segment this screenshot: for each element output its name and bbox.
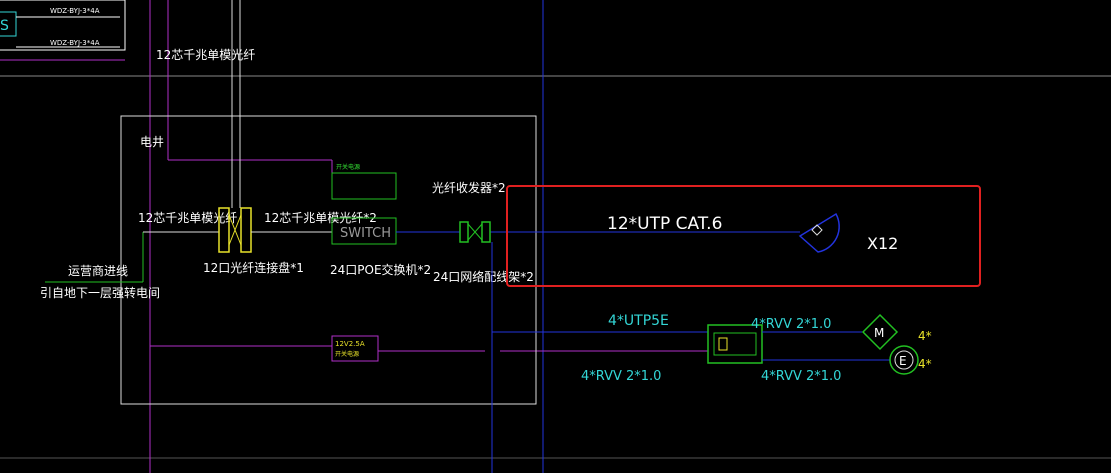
fiber-transceiver-label: 光纤收发器*2 <box>432 180 506 195</box>
circuit-label-1: WDZ-BYJ-3*4A <box>50 7 100 15</box>
upper-power-box <box>331 172 397 200</box>
e-symbol-label: E <box>899 354 907 368</box>
psu-type-label: 开关电源 <box>335 350 359 358</box>
fiber-in-label: 12芯千兆单模光纤 <box>138 211 237 225</box>
carrier-route-label: 引自地下一层强转电间 <box>40 285 160 300</box>
rvv-label-right: 4*RVV 2*1.0 <box>761 369 841 384</box>
rvv-label-top: 4*RVV 2*1.0 <box>751 317 831 332</box>
motor-symbol-label: M <box>874 326 884 340</box>
e-qty-label: 4* <box>918 357 932 371</box>
circuit-label-2: WDZ-BYJ-3*4A <box>50 39 100 47</box>
network-patch-symbol <box>459 221 491 243</box>
shaft-label: 电井 <box>140 135 164 149</box>
cable-spec-label: 12*UTP CAT.6 <box>607 214 722 234</box>
shaft-frame <box>120 115 537 405</box>
highlight-frame <box>506 185 981 287</box>
upper-power-box-label: 开关电源 <box>336 163 360 171</box>
cad-drawing: S WDZ-BYJ-3*4A WDZ-BYJ-3*4A 电井 12芯千兆单模光纤… <box>0 0 1111 473</box>
utp5e-label: 4*UTP5E <box>608 313 669 329</box>
switch-label: SWITCH <box>340 226 391 241</box>
rvv-label-left: 4*RVV 2*1.0 <box>581 369 661 384</box>
network-patch-label: 24口网络配线架*2 <box>433 269 534 284</box>
patch-panel-label: 12口光纤连接盘*1 <box>203 260 304 275</box>
camera-icon <box>798 212 840 253</box>
magenta-risers <box>149 0 708 473</box>
box-label-s: S <box>0 18 9 34</box>
poe-switch-label: 24口POE交换机*2 <box>330 262 431 277</box>
carrier-line-label: 运营商进线 <box>68 263 128 278</box>
camera-count-label: X12 <box>867 234 898 253</box>
motor-qty-label: 4* <box>918 329 932 343</box>
fiber-top-label: 12芯千兆单模光纤 <box>156 48 255 62</box>
distribution-box: S WDZ-BYJ-3*4A WDZ-BYJ-3*4A <box>0 0 126 61</box>
psu-voltage-label: 12V2.5A <box>335 340 365 348</box>
